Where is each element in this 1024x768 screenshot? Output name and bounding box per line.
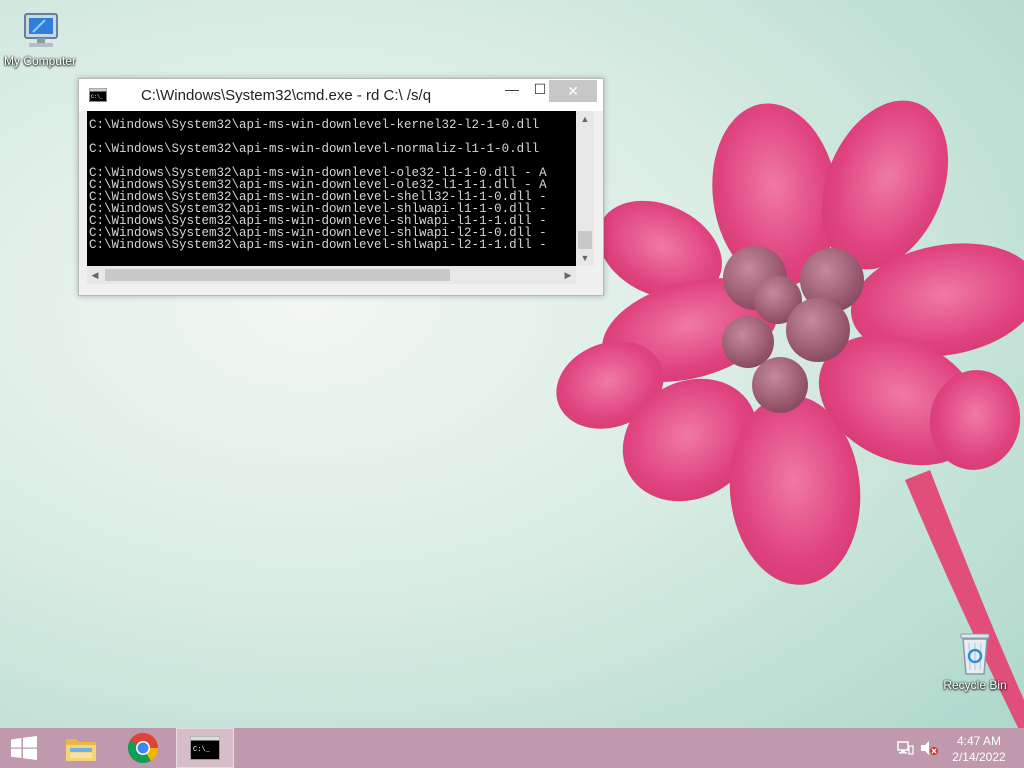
- start-button[interactable]: [0, 728, 48, 768]
- taskbar-clock[interactable]: 4:47 AM 2/14/2022: [948, 733, 1010, 765]
- desktop-icon-label: My Computer: [3, 54, 77, 68]
- svg-text:C:\_: C:\_: [193, 746, 211, 754]
- scrollbar-corner: [576, 266, 594, 284]
- taskbar: C:\_ 4:47 AM 2/14/2022: [0, 728, 1024, 768]
- desktop-icon-label: Recycle Bin: [943, 678, 1007, 692]
- taskbar-chrome[interactable]: [115, 728, 171, 768]
- console-line: C:\Windows\System32\api-ms-win-downlevel…: [89, 118, 540, 132]
- vertical-scrollbar[interactable]: ▲ ▼: [576, 111, 594, 266]
- horizontal-scroll-thumb[interactable]: [105, 269, 450, 281]
- desktop-icon-my-computer[interactable]: My Computer: [0, 10, 80, 68]
- cmd-window[interactable]: C:\_ C:\Windows\System32\cmd.exe - rd C:…: [78, 78, 604, 296]
- folder-icon: [66, 739, 96, 761]
- clock-time: 4:47 AM: [956, 734, 1002, 748]
- minimize-button[interactable]: —: [498, 81, 526, 101]
- vertical-scroll-thumb[interactable]: [578, 231, 592, 249]
- scroll-up-icon[interactable]: ▲: [576, 111, 594, 127]
- computer-icon: [24, 13, 58, 47]
- window-title: C:\Windows\System32\cmd.exe - rd C:\ /s/…: [140, 87, 432, 104]
- console-output[interactable]: C:\Windows\System32\api-ms-win-downlevel…: [87, 111, 576, 266]
- volume-muted-icon[interactable]: [920, 740, 938, 756]
- window-titlebar[interactable]: C:\_ C:\Windows\System32\cmd.exe - rd C:…: [79, 79, 603, 111]
- scroll-right-icon[interactable]: ▶: [560, 266, 576, 284]
- scroll-down-icon[interactable]: ▼: [576, 250, 594, 266]
- close-button[interactable]: ✕: [549, 80, 597, 102]
- console-line: C:\Windows\System32\api-ms-win-downlevel…: [89, 142, 540, 156]
- taskbar-file-explorer[interactable]: [53, 728, 109, 768]
- scroll-left-icon[interactable]: ◀: [87, 266, 103, 284]
- clock-date: 2/14/2022: [952, 750, 1006, 764]
- taskbar-command-prompt[interactable]: C:\_: [176, 728, 234, 768]
- chrome-icon: [127, 733, 159, 764]
- windows-logo-icon: [11, 736, 37, 760]
- console-line: C:\Windows\System32\api-ms-win-downlevel…: [89, 238, 547, 252]
- cmd-icon: C:\_: [190, 736, 220, 760]
- recycle-bin-icon: [960, 633, 990, 675]
- desktop-icon-recycle-bin[interactable]: Recycle Bin: [935, 630, 1015, 692]
- network-icon[interactable]: [897, 740, 915, 756]
- horizontal-scrollbar[interactable]: ◀ ▶: [87, 266, 576, 284]
